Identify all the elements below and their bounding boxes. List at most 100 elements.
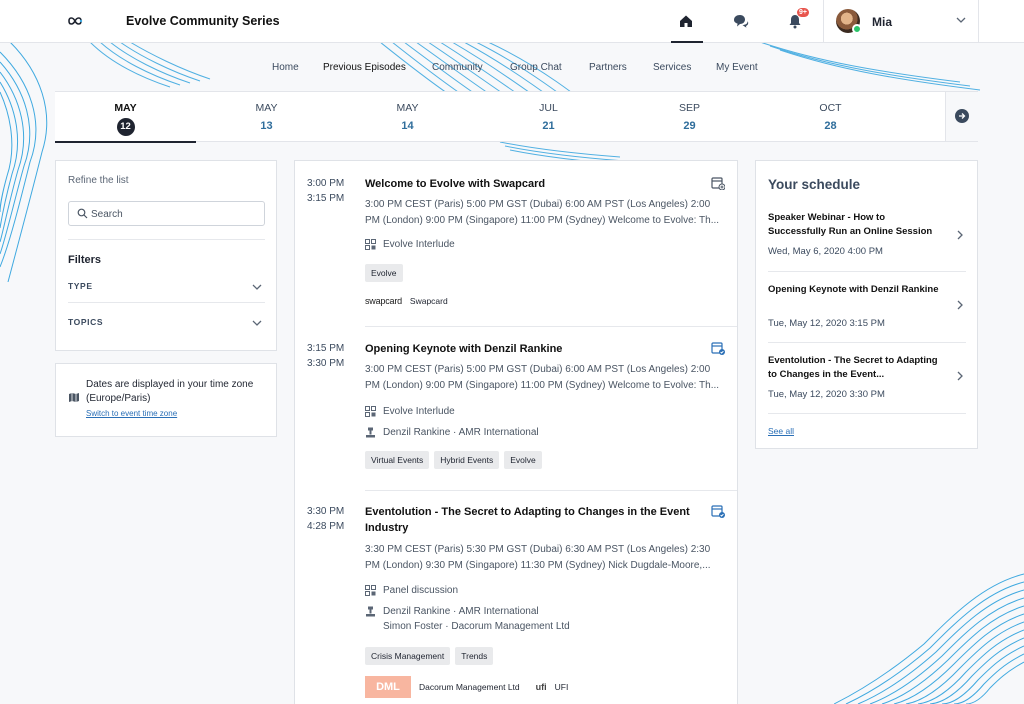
session-description: 3:30 PM CEST (Paris) 5:30 PM GST (Dubai)…: [365, 544, 711, 571]
speaker-label[interactable]: Simon Foster · Dacorum Management Ltd: [383, 619, 570, 634]
nav-partners[interactable]: Partners: [589, 60, 627, 75]
home-icon[interactable]: [675, 10, 697, 32]
tag[interactable]: Virtual Events: [365, 451, 430, 469]
divider: [768, 342, 966, 343]
date-month: MAY: [255, 102, 278, 114]
chat-icon[interactable]: [730, 10, 752, 32]
schedule-item-title: Opening Keynote with Denzil Rankine: [768, 284, 939, 295]
format-label: Evolve Interlude: [383, 239, 455, 250]
nav-group-chat[interactable]: Group Chat: [510, 60, 562, 75]
chevron-down-icon: [252, 284, 262, 290]
speaker-label[interactable]: Denzil Rankine · AMR International: [383, 604, 539, 619]
ufi-logo[interactable]: ufi: [536, 682, 547, 692]
timezone-text: Dates are displayed in your time zone (E…: [86, 379, 254, 404]
date-tab-jul-21[interactable]: JUL 21: [478, 92, 619, 142]
format-label: Panel discussion: [383, 585, 459, 596]
date-day: 13: [260, 120, 273, 132]
divider: [68, 302, 265, 303]
divider: [365, 326, 737, 327]
schedule-item-date: Tue, May 12, 2020 3:30 PM: [768, 389, 885, 400]
filter-topics[interactable]: TOPICS: [68, 314, 265, 334]
arrow-right-icon: [959, 113, 966, 119]
tag[interactable]: Evolve: [365, 264, 403, 282]
date-month: SEP: [678, 102, 700, 114]
session-sponsors: DML Dacorum Management Ltd ufi UFI: [365, 676, 568, 698]
nav-home[interactable]: Home: [272, 60, 299, 75]
session-item[interactable]: 3:15 PM 3:30 PM Opening Keynote with Den…: [295, 341, 737, 476]
date-tab-may-14[interactable]: MAY 14: [337, 92, 478, 142]
date-month: MAY: [396, 102, 419, 114]
date-tab-may-12[interactable]: MAY 12: [55, 92, 196, 143]
schedule-item[interactable]: Eventolution - The Secret to Adapting to…: [768, 354, 966, 404]
search-input[interactable]: [91, 206, 256, 222]
session-title[interactable]: Eventolution - The Secret to Adapting to…: [365, 504, 700, 536]
session-start: 3:30 PM: [307, 506, 345, 517]
tag[interactable]: Crisis Management: [365, 647, 451, 665]
format-icon: [365, 406, 376, 417]
add-to-calendar-icon[interactable]: [711, 176, 725, 190]
globe-map-icon: [69, 393, 79, 402]
filters-title: Filters: [68, 254, 102, 266]
chevron-down-icon[interactable]: [955, 15, 967, 25]
session-item[interactable]: 3:30 PM 4:28 PM Eventolution - The Secre…: [295, 504, 737, 704]
calendar-added-icon[interactable]: [711, 341, 725, 355]
schedule-item[interactable]: Speaker Webinar - How to Successfully Ru…: [768, 211, 966, 261]
session-title[interactable]: Opening Keynote with Denzil Rankine: [365, 341, 700, 357]
timezone-panel: Dates are displayed in your time zone (E…: [55, 363, 277, 437]
nav-previous-episodes[interactable]: Previous Episodes: [323, 60, 406, 75]
filter-label: TOPICS: [68, 317, 104, 327]
search-field[interactable]: [68, 201, 265, 226]
speaker-label[interactable]: Denzil Rankine · AMR International: [383, 425, 539, 440]
format-icon: [365, 239, 376, 250]
date-month: MAY: [114, 102, 137, 114]
next-dates-button[interactable]: [955, 109, 969, 123]
schedule-item-date: Tue, May 12, 2020 3:15 PM: [768, 318, 885, 329]
date-day: 21: [542, 120, 555, 132]
session-end: 3:15 PM: [307, 193, 345, 204]
user-menu[interactable]: Mia: [823, 0, 979, 43]
tag[interactable]: Trends: [455, 647, 494, 665]
date-day: 12: [116, 118, 135, 136]
user-name: Mia: [872, 15, 893, 29]
sponsor-name[interactable]: UFI: [555, 682, 569, 692]
infinity-logo-icon[interactable]: [66, 13, 84, 29]
app-title: Evolve Community Series: [126, 14, 280, 28]
date-day: 28: [824, 120, 837, 132]
switch-timezone-link[interactable]: Switch to event time zone: [86, 409, 177, 418]
filter-label: TYPE: [68, 281, 93, 291]
session-description: 3:00 PM CEST (Paris) 5:00 PM GST (Dubai)…: [365, 199, 720, 226]
date-tab-may-13[interactable]: MAY 13: [196, 92, 337, 142]
session-start: 3:00 PM: [307, 178, 345, 189]
session-sponsor[interactable]: swapcard Swapcard: [365, 296, 448, 306]
see-all-link[interactable]: See all: [768, 426, 794, 436]
session-tags: Virtual Events Hybrid Events Evolve: [365, 451, 542, 469]
schedule-item-date: Wed, May 6, 2020 4:00 PM: [768, 246, 883, 257]
date-tab-oct-28[interactable]: OCT 28: [760, 92, 901, 142]
tag[interactable]: Evolve: [504, 451, 542, 469]
session-title[interactable]: Welcome to Evolve with Swapcard: [365, 176, 700, 192]
session-time: 3:30 PM 4:28 PM: [307, 504, 344, 534]
sponsor-name: Swapcard: [409, 296, 448, 306]
divider: [365, 490, 737, 491]
dml-logo[interactable]: DML: [365, 676, 411, 698]
session-end: 4:28 PM: [307, 521, 345, 532]
sponsor-name[interactable]: Dacorum Management Ltd: [419, 682, 520, 692]
date-tab-sep-29[interactable]: SEP 29: [619, 92, 760, 142]
divider: [768, 271, 966, 272]
schedule-item[interactable]: Opening Keynote with Denzil Rankine Tue,…: [768, 283, 966, 333]
format-icon: [365, 585, 376, 596]
your-schedule-panel: Your schedule Speaker Webinar - How to S…: [755, 160, 978, 449]
session-list: 3:00 PM 3:15 PM Welcome to Evolve with S…: [294, 160, 738, 704]
calendar-added-icon[interactable]: [711, 504, 725, 518]
wave-decoration-bottom-right: [834, 573, 1024, 704]
date-month: JUL: [539, 102, 558, 114]
session-time: 3:00 PM 3:15 PM: [307, 176, 344, 206]
nav-community[interactable]: Community: [432, 60, 483, 75]
nav-my-event[interactable]: My Event: [716, 60, 758, 75]
tag[interactable]: Hybrid Events: [434, 451, 500, 469]
search-icon: [77, 208, 88, 219]
nav-services[interactable]: Services: [653, 60, 691, 75]
swapcard-logo: swapcard: [365, 296, 402, 306]
session-item[interactable]: 3:00 PM 3:15 PM Welcome to Evolve with S…: [295, 176, 737, 326]
filter-type[interactable]: TYPE: [68, 278, 265, 298]
